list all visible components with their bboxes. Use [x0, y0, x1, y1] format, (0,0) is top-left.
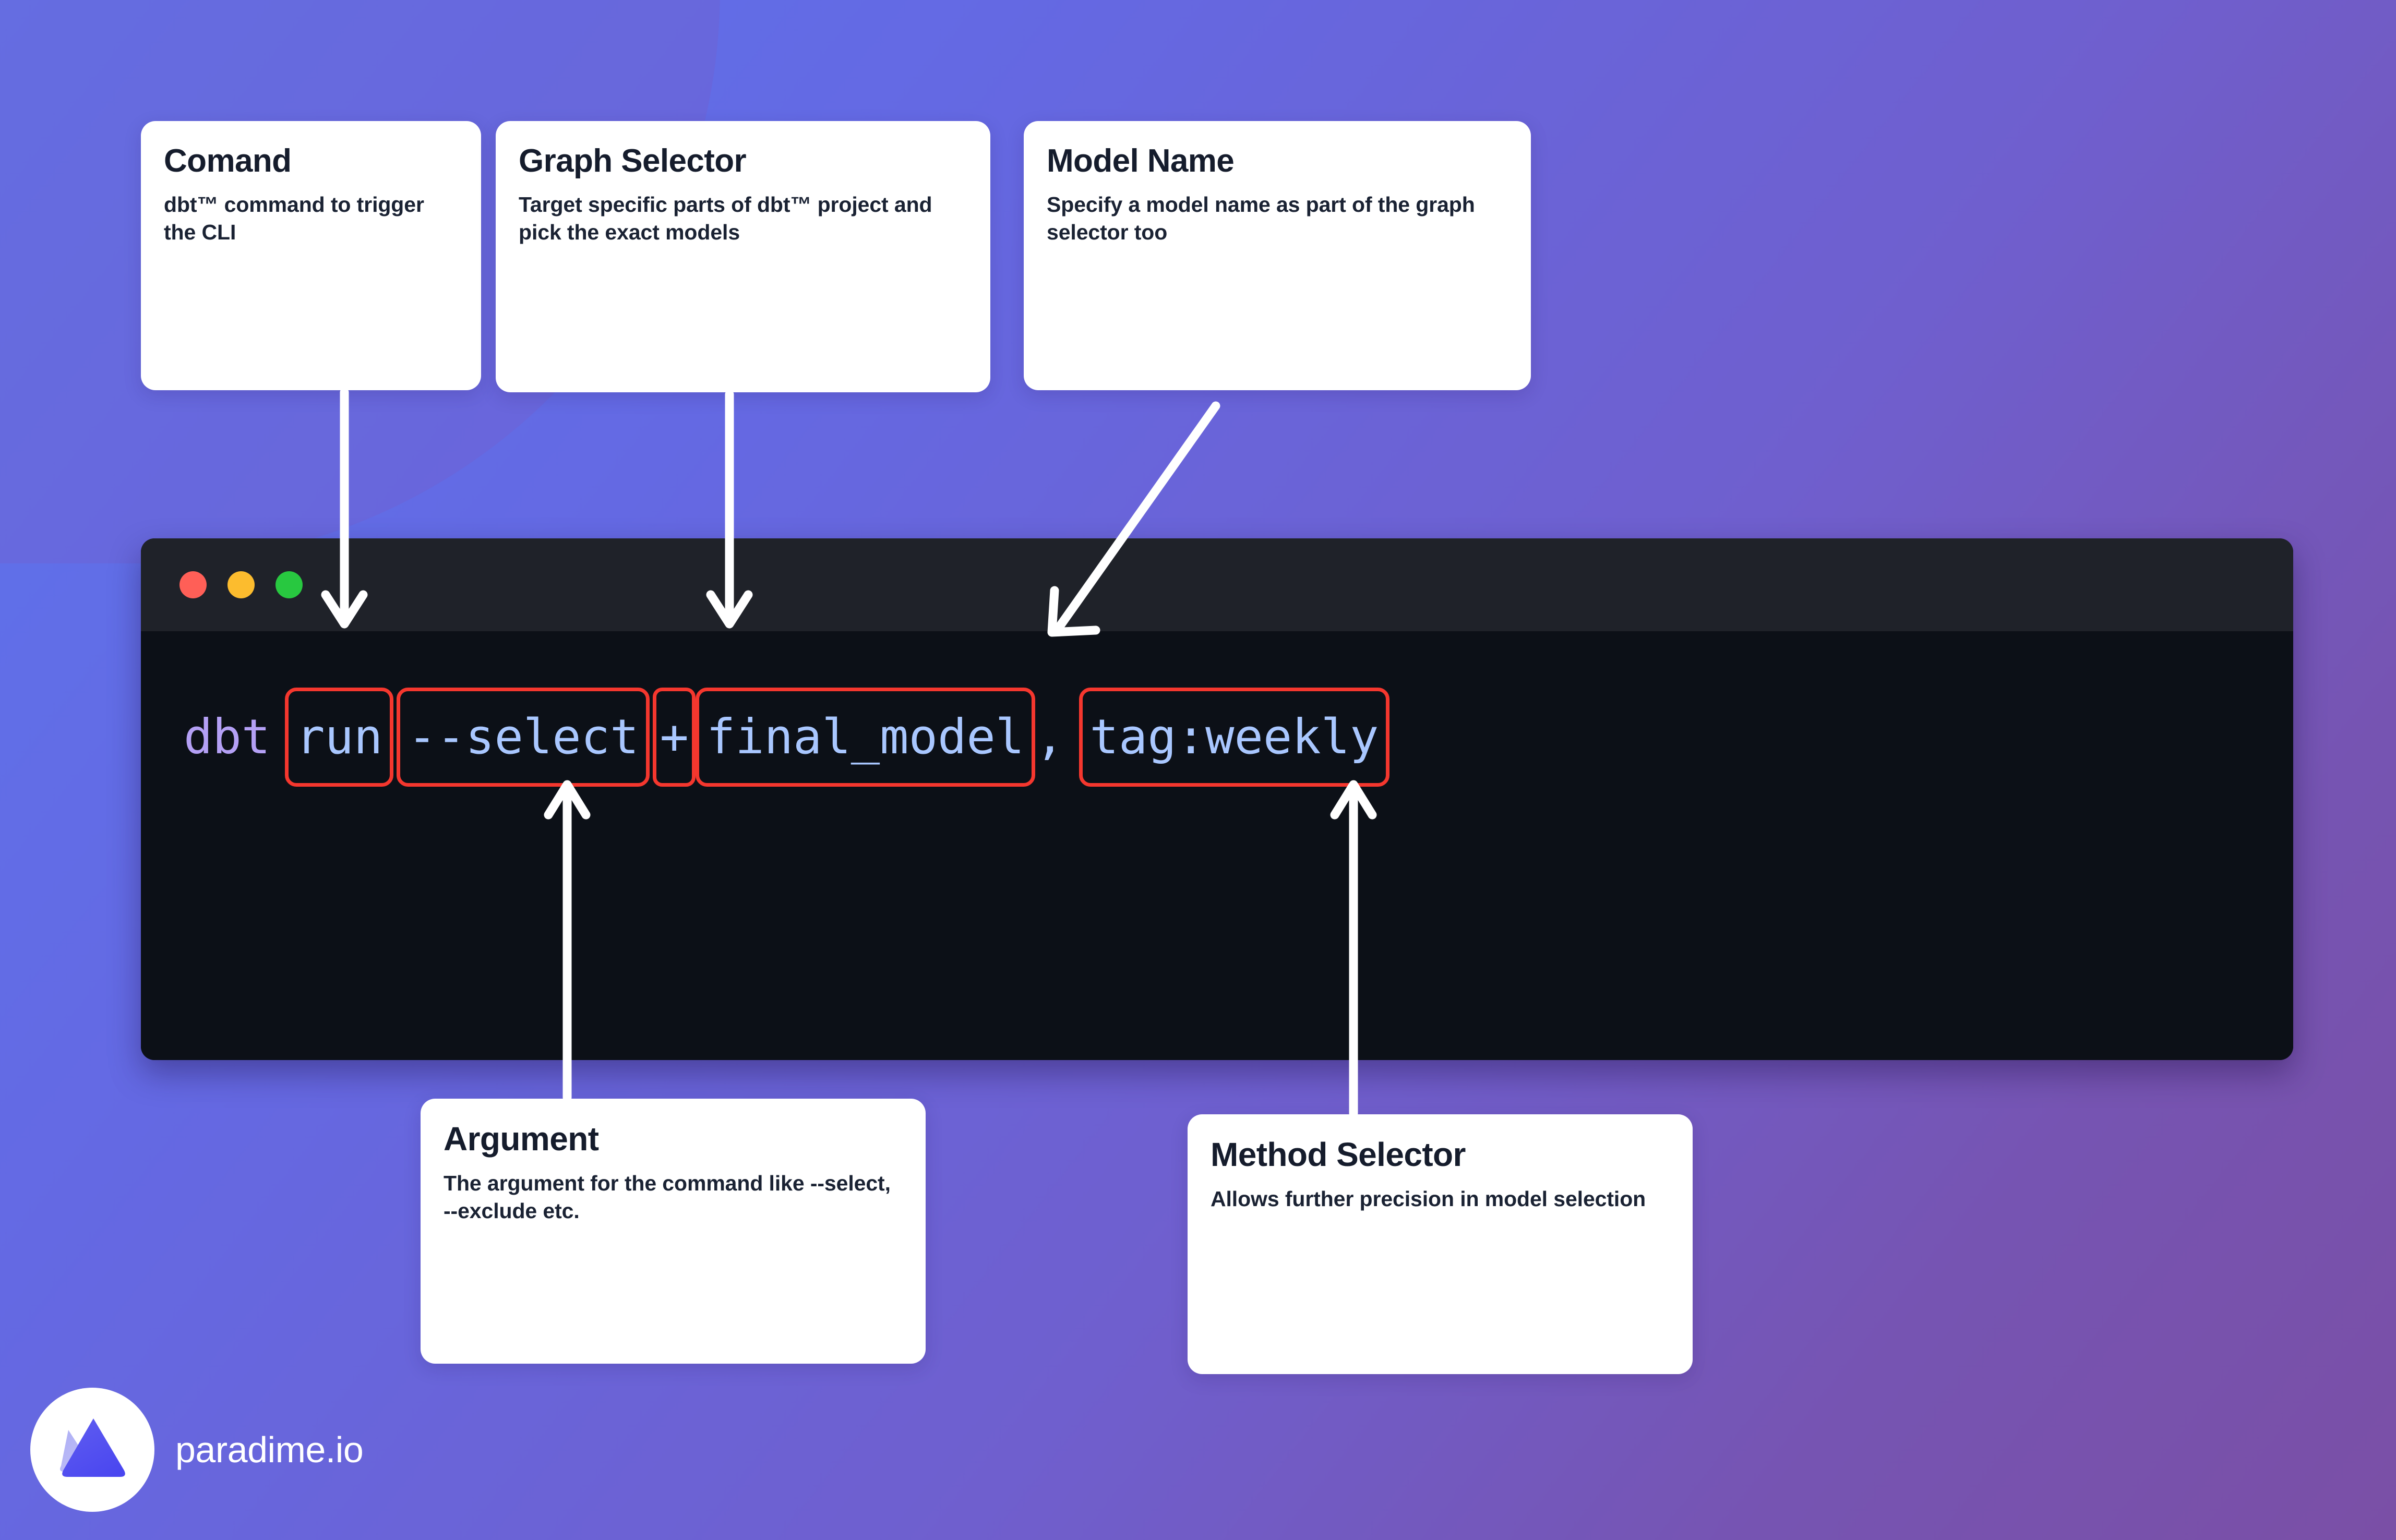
card-body: Target specific parts of dbt™ project an… — [519, 192, 932, 245]
mountain-logo-glyph — [60, 1418, 125, 1477]
close-button-icon[interactable] — [179, 571, 207, 598]
highlight-box-method-selector: tag:weekly — [1079, 688, 1390, 787]
command-token-dbt: dbt — [184, 709, 271, 765]
minimize-button-icon[interactable] — [227, 571, 255, 598]
highlight-box-argument: --select — [397, 688, 650, 787]
brand-footer: paradime.io — [30, 1388, 364, 1512]
card-title: Comand — [164, 143, 292, 179]
annotation-card-argument: Argument The argument for the command li… — [421, 1099, 926, 1364]
infographic-canvas: Comand dbt™ command to trigger the CLI G… — [0, 0, 2396, 1540]
terminal-command-line: dbt run --select + final_model , tag:wee… — [184, 688, 1390, 787]
highlight-box-graph-selector: + — [653, 688, 696, 787]
terminal-window[interactable]: dbt run --select + final_model , tag:wee… — [141, 538, 2293, 1060]
card-body: dbt™ command to trigger the CLI — [164, 192, 424, 245]
card-title: Method Selector — [1211, 1136, 1466, 1173]
command-token-method-selector: tag:weekly — [1089, 709, 1379, 765]
card-body: Specify a model name as part of the grap… — [1047, 192, 1475, 245]
annotation-card-graph-selector: Graph Selector Target specific parts of … — [496, 121, 990, 392]
terminal-title-bar — [141, 538, 2293, 631]
card-body: Allows further precision in model select… — [1211, 1186, 1646, 1211]
brand-name: paradime.io — [175, 1429, 364, 1470]
window-controls — [179, 571, 303, 598]
terminal-body[interactable]: dbt run --select + final_model , tag:wee… — [141, 631, 2293, 1060]
paradime-logo-icon — [30, 1388, 154, 1512]
command-token-run: run — [296, 709, 383, 765]
highlight-box-command: run — [285, 688, 394, 787]
command-token-comma: , — [1035, 709, 1064, 765]
command-token-select-flag: --select — [408, 709, 639, 765]
command-token-model-name: final_model — [706, 709, 1025, 765]
card-body: The argument for the command like --sele… — [444, 1171, 891, 1223]
command-token-graph-operator: + — [660, 709, 689, 765]
highlight-box-model-name: final_model — [695, 688, 1036, 787]
zoom-button-icon[interactable] — [275, 571, 303, 598]
annotation-card-command: Comand dbt™ command to trigger the CLI — [141, 121, 481, 390]
card-title: Graph Selector — [519, 143, 747, 179]
card-title: Model Name — [1047, 143, 1235, 179]
annotation-card-method-selector: Method Selector Allows further precision… — [1188, 1114, 1693, 1374]
card-title: Argument — [444, 1120, 599, 1158]
annotation-card-model-name: Model Name Specify a model name as part … — [1024, 121, 1531, 390]
